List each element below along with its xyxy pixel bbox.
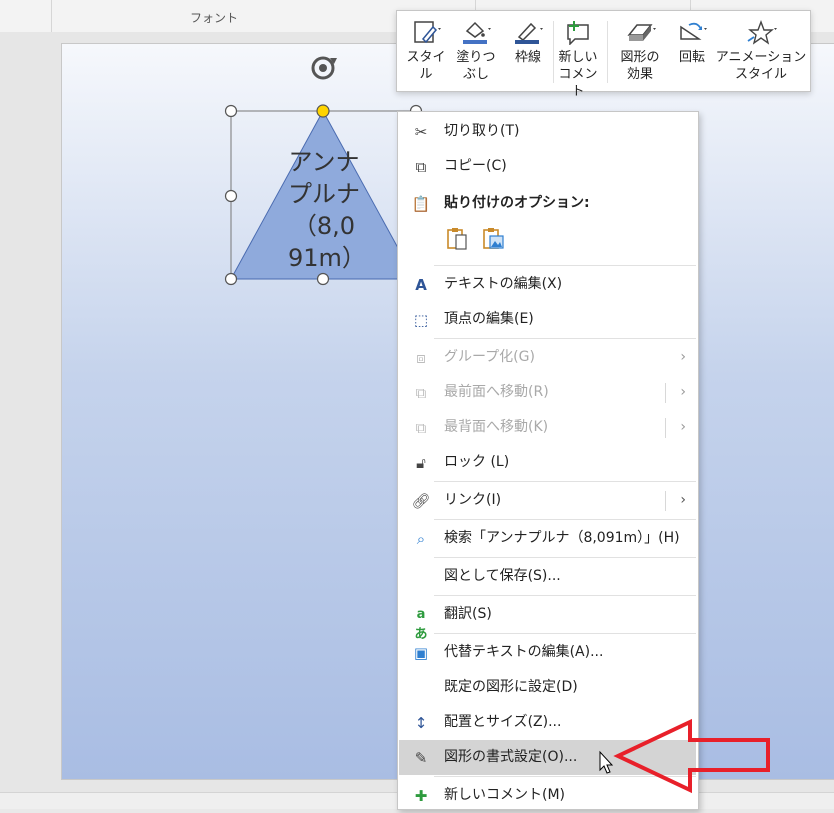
overlay-layer xyxy=(599,718,770,794)
annotation-arrow-icon xyxy=(613,718,770,794)
mouse-cursor-icon xyxy=(599,750,614,774)
